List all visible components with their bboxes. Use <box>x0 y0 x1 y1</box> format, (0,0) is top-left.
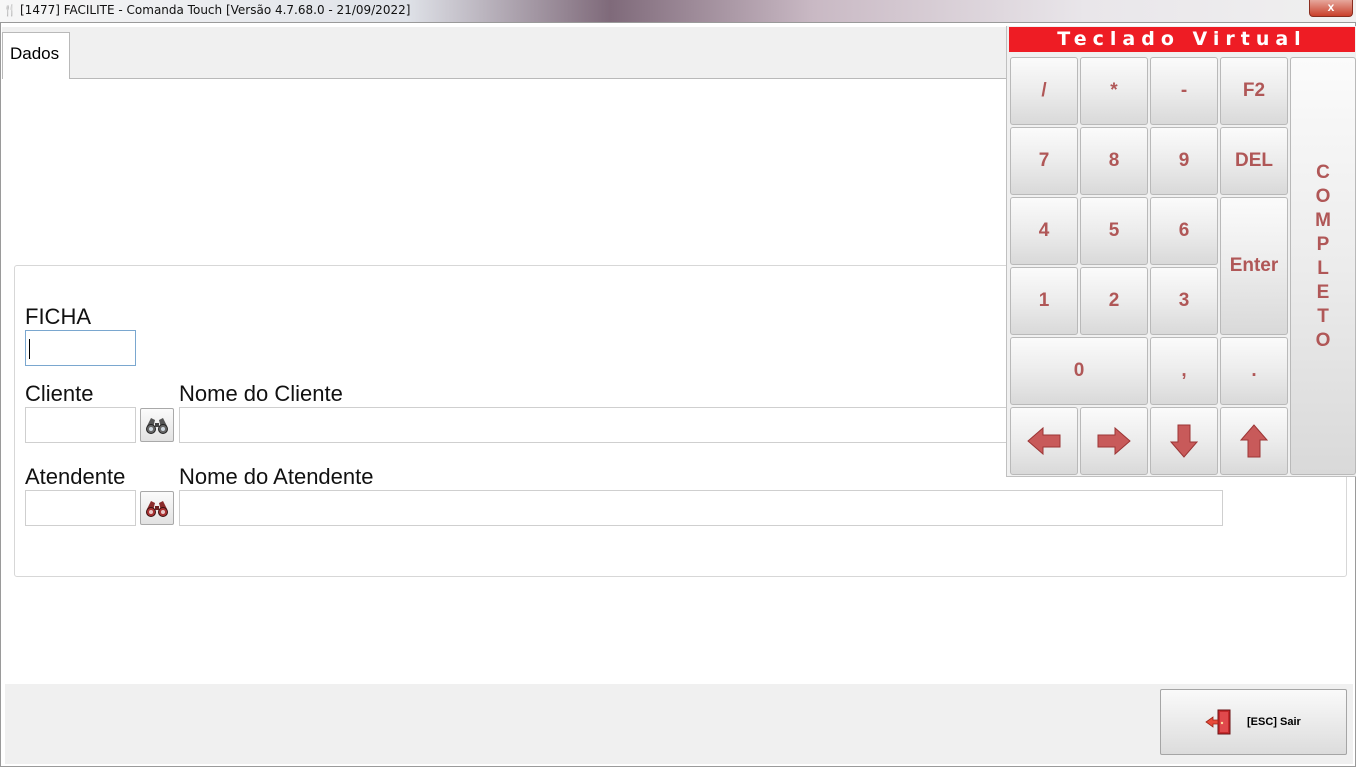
key-0[interactable]: 0 <box>1010 337 1148 405</box>
key-arrow-right[interactable] <box>1080 407 1148 475</box>
key-9[interactable]: 9 <box>1150 127 1218 195</box>
key-8[interactable]: 8 <box>1080 127 1148 195</box>
key-6[interactable]: 6 <box>1150 197 1218 265</box>
atendente-search-button[interactable] <box>140 491 174 525</box>
exit-label: [ESC] Sair <box>1247 716 1301 728</box>
key-1[interactable]: 1 <box>1010 267 1078 335</box>
key-arrow-down[interactable] <box>1150 407 1218 475</box>
arrow-right-icon <box>1097 426 1131 456</box>
completo-letter: T <box>1317 306 1329 327</box>
completo-letter: M <box>1315 210 1331 231</box>
virtual-keyboard: Teclado Virtual / * - F2 7 8 9 DEL 4 5 6… <box>1006 26 1356 477</box>
arrow-up-icon <box>1239 424 1269 458</box>
atendente-input[interactable] <box>25 490 136 526</box>
key-slash[interactable]: / <box>1010 57 1078 125</box>
virtual-keyboard-title: Teclado Virtual <box>1009 27 1355 52</box>
title-bar: 🍴 [1477] FACILITE - Comanda Touch [Versã… <box>0 0 1356 22</box>
key-5[interactable]: 5 <box>1080 197 1148 265</box>
ficha-label: FICHA <box>25 304 91 329</box>
key-arrow-up[interactable] <box>1220 407 1288 475</box>
cliente-input[interactable] <box>25 407 136 443</box>
completo-letter: O <box>1315 186 1331 207</box>
binoculars-icon <box>146 418 168 434</box>
key-dot[interactable]: . <box>1220 337 1288 405</box>
atendente-label: Atendente <box>25 464 126 489</box>
cliente-search-button[interactable] <box>140 408 174 442</box>
key-2[interactable]: 2 <box>1080 267 1148 335</box>
key-comma[interactable]: , <box>1150 337 1218 405</box>
nome-atendente-label: Nome do Atendente <box>179 464 374 489</box>
key-7[interactable]: 7 <box>1010 127 1078 195</box>
tab-dados[interactable]: Dados <box>2 32 70 79</box>
binoculars-icon <box>146 501 168 517</box>
completo-letter: P <box>1316 234 1330 255</box>
key-4[interactable]: 4 <box>1010 197 1078 265</box>
cliente-label: Cliente <box>25 381 94 406</box>
completo-letter: E <box>1316 282 1330 303</box>
key-completo[interactable]: C O M P L E T O <box>1290 57 1356 475</box>
arrow-left-icon <box>1027 426 1061 456</box>
nome-atendente-input[interactable] <box>179 490 1223 526</box>
text-caret <box>29 339 30 359</box>
key-enter[interactable]: Enter <box>1220 197 1288 335</box>
completo-letter: O <box>1315 330 1331 351</box>
completo-letter: L <box>1317 258 1329 279</box>
key-3[interactable]: 3 <box>1150 267 1218 335</box>
ficha-input[interactable] <box>25 330 136 366</box>
app-icon: 🍴 <box>3 5 17 17</box>
exit-door-icon <box>1205 709 1231 735</box>
arrow-down-icon <box>1169 424 1199 458</box>
key-asterisk[interactable]: * <box>1080 57 1148 125</box>
completo-letter: C <box>1316 162 1330 183</box>
key-f2[interactable]: F2 <box>1220 57 1288 125</box>
key-del[interactable]: DEL <box>1220 127 1288 195</box>
key-arrow-left[interactable] <box>1010 407 1078 475</box>
footer-bar: [ESC] Sair <box>5 684 1353 764</box>
close-button[interactable]: x <box>1309 0 1353 17</box>
nome-cliente-label: Nome do Cliente <box>179 381 343 406</box>
exit-button[interactable]: [ESC] Sair <box>1160 689 1347 755</box>
window-title: [1477] FACILITE - Comanda Touch [Versão … <box>20 3 411 17</box>
key-minus[interactable]: - <box>1150 57 1218 125</box>
